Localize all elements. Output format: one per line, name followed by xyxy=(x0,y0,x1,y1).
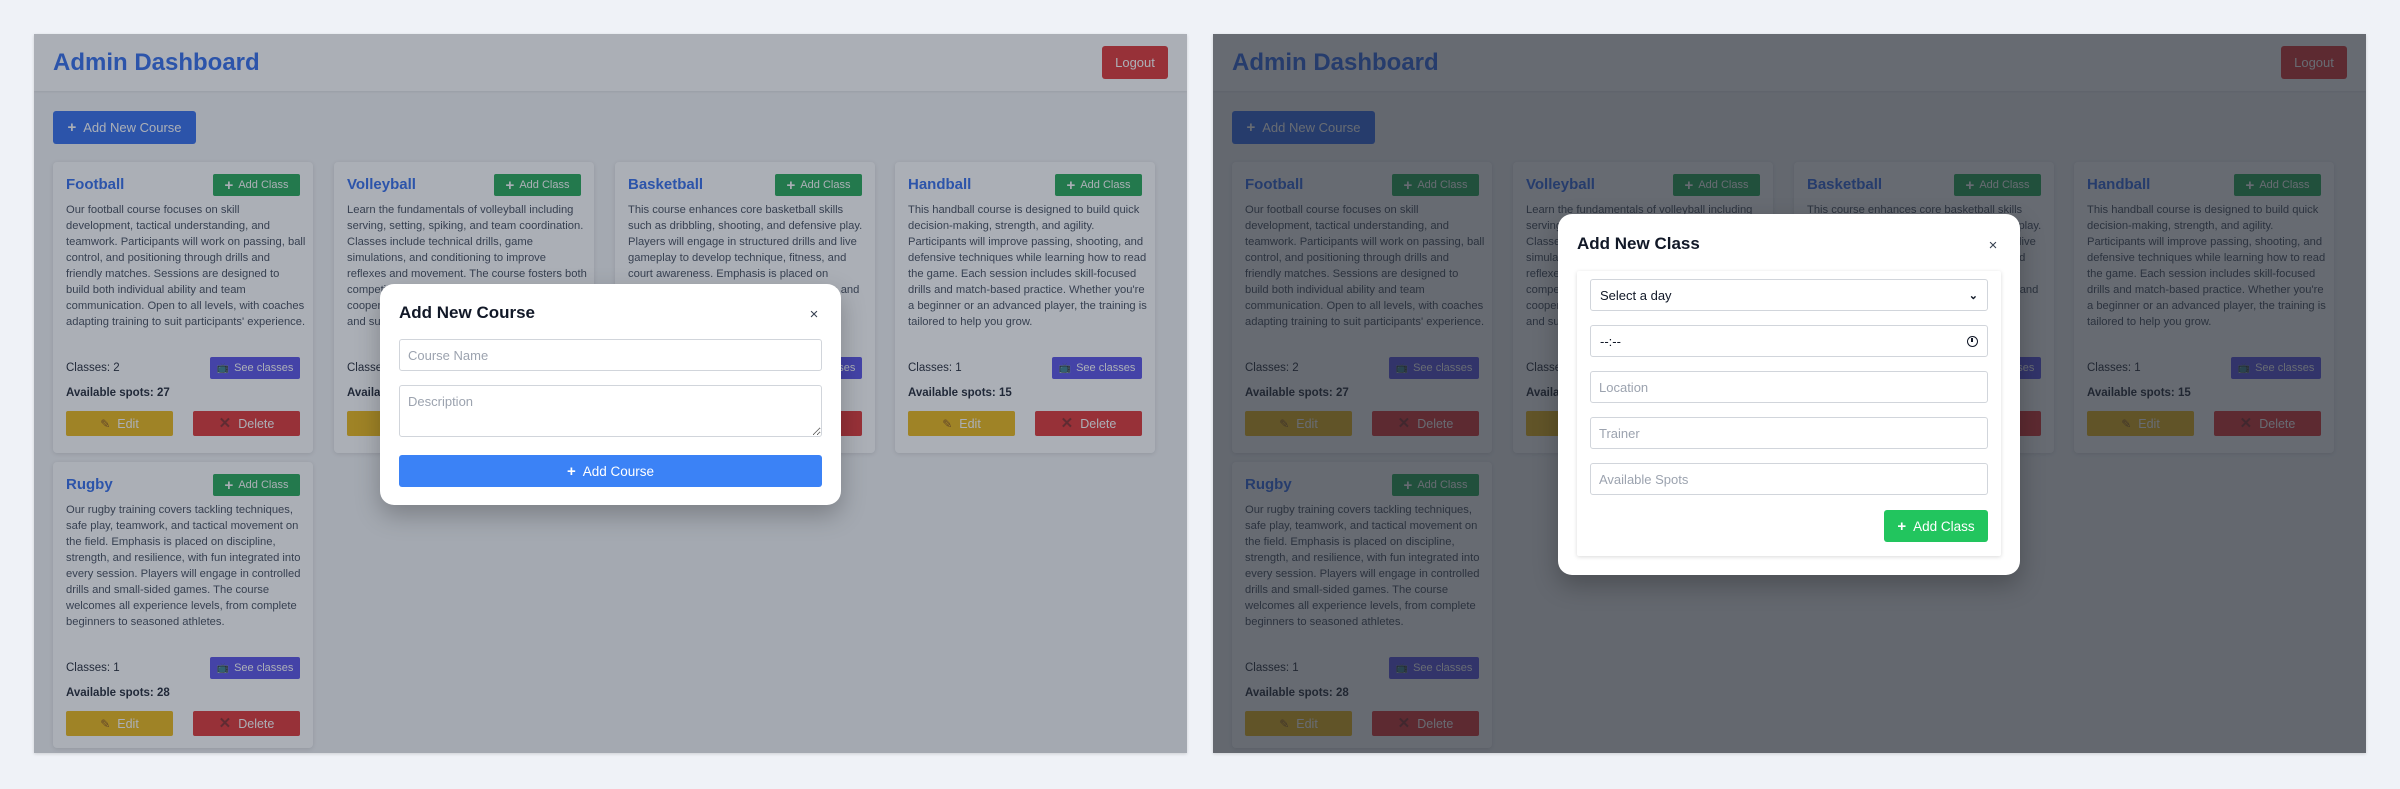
plus-icon: + xyxy=(1897,517,1907,535)
plus-icon: + xyxy=(566,462,576,480)
available-spots-input[interactable] xyxy=(1590,463,1988,495)
clock-icon xyxy=(1967,335,1978,347)
day-select-value: Select a day xyxy=(1600,287,1672,303)
day-select[interactable]: Select a day ⌄ xyxy=(1590,279,1988,311)
add-class-submit-button[interactable]: + Add Class xyxy=(1884,510,1988,542)
close-icon[interactable]: × xyxy=(1985,237,2001,254)
course-name-input[interactable] xyxy=(399,339,822,371)
add-course-submit-button[interactable]: + Add Course xyxy=(399,455,822,487)
dashboard-view-add-course: Admin Dashboard Logout + Add New Course … xyxy=(34,34,1187,753)
chevron-down-icon: ⌄ xyxy=(1968,289,1978,302)
time-input-value: --:-- xyxy=(1600,333,1621,349)
add-course-submit-label: Add Course xyxy=(582,463,655,479)
add-class-form: Select a day ⌄ --:-- + Add Class xyxy=(1577,271,2001,556)
location-input[interactable] xyxy=(1590,371,1988,403)
add-course-modal: Add New Course × + Add Course xyxy=(380,284,841,505)
modal-title: Add New Course xyxy=(399,303,536,322)
add-class-submit-label: Add Class xyxy=(1913,518,1975,534)
add-class-modal: Add New Class × Select a day ⌄ --:-- + A… xyxy=(1558,214,2020,575)
close-icon[interactable]: × xyxy=(806,306,822,323)
dashboard-view-add-class: Admin Dashboard Logout + Add New Course … xyxy=(1213,34,2366,753)
course-description-input[interactable] xyxy=(399,385,822,437)
time-input[interactable]: --:-- xyxy=(1590,325,1988,357)
modal-title: Add New Class xyxy=(1577,234,1700,253)
trainer-input[interactable] xyxy=(1590,417,1988,449)
